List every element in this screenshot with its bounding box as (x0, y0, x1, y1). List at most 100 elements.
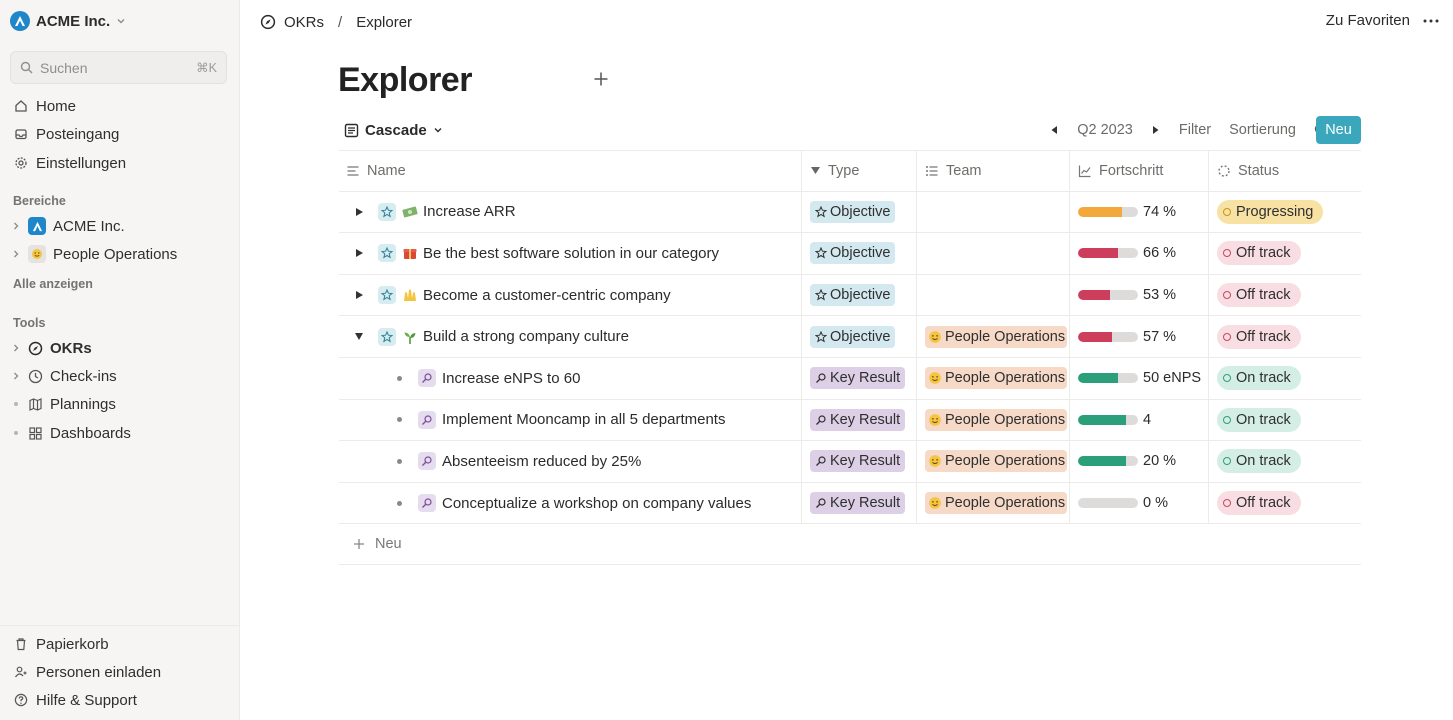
progress-bar-fill (1078, 373, 1118, 384)
team-tag[interactable]: People Operations (925, 492, 1068, 515)
cell-name: Increase eNPS to 60 (339, 357, 802, 399)
chevron-right-icon[interactable] (11, 371, 21, 381)
triangle-right-icon[interactable] (354, 290, 364, 300)
table-row[interactable]: Conceptualize a workshop on company valu… (339, 482, 1361, 525)
table-row[interactable]: Build a strong company culture Objective… (339, 316, 1361, 358)
row-name[interactable]: Absenteeism reduced by 25% (442, 453, 641, 470)
search-input[interactable]: Suchen ⌘K (10, 51, 227, 84)
row-name[interactable]: Increase eNPS to 60 (442, 370, 580, 387)
status-badge[interactable]: On track (1217, 449, 1301, 474)
cell-progress: 50 eNPS (1070, 357, 1209, 399)
tool-dashboards[interactable]: Dashboards (11, 421, 131, 445)
status-ring-icon (1223, 499, 1231, 508)
chevron-right-icon[interactable] (11, 249, 21, 259)
status-ring-icon (1223, 415, 1231, 424)
nav-inbox-label: Posteingang (36, 125, 120, 143)
status-badge[interactable]: Progressing (1217, 199, 1324, 224)
status-badge[interactable]: Off track (1217, 241, 1301, 266)
key-result-icon (418, 494, 436, 513)
column-header-name[interactable]: Name (339, 151, 802, 191)
status-badge[interactable]: On track (1217, 366, 1301, 391)
type-tag[interactable]: Key Result (810, 367, 906, 390)
tool-okrs[interactable]: OKRs (11, 336, 92, 360)
column-header-status[interactable]: Status (1209, 151, 1361, 191)
workspace-switcher[interactable]: ACME Inc. (10, 10, 126, 32)
status-ring-icon (1223, 332, 1231, 341)
row-name[interactable]: Implement Mooncamp in all 5 departments (442, 411, 725, 428)
filter-button[interactable]: Filter (1179, 122, 1211, 138)
team-tag[interactable]: People Operations (925, 367, 1068, 390)
row-name[interactable]: Build a strong company culture (423, 328, 629, 345)
triangle-right-icon[interactable] (354, 248, 364, 258)
chevron-right-icon[interactable] (11, 221, 21, 231)
nav-invite[interactable]: Personen einladen (14, 661, 161, 683)
breadcrumb-explorer[interactable]: Explorer (356, 14, 412, 31)
table-row[interactable]: Increase eNPS to 60 Key Result People Op… (339, 357, 1361, 400)
period-label[interactable]: Q2 2023 (1077, 122, 1133, 138)
nav-settings[interactable]: Einstellungen (14, 152, 126, 174)
search-icon (20, 61, 33, 74)
new-button[interactable]: Neu (1316, 116, 1361, 144)
tool-check-ins[interactable]: Check-ins (11, 364, 117, 388)
chevron-right-icon[interactable] (11, 343, 21, 353)
progress-bar-fill (1078, 206, 1123, 217)
view-selector[interactable]: Cascade (344, 119, 443, 141)
nav-home[interactable]: Home (14, 95, 76, 117)
show-all-link[interactable]: Alle anzeigen (13, 277, 93, 291)
status-badge[interactable]: Off track (1217, 491, 1301, 516)
nav-trash[interactable]: Papierkorb (14, 633, 109, 655)
breadcrumb-okrs[interactable]: OKRs (284, 14, 324, 31)
more-options-icon[interactable] (1423, 12, 1439, 30)
row-name[interactable]: Be the best software solution in our cat… (423, 245, 719, 262)
team-tag[interactable]: People Operations (925, 450, 1068, 473)
type-tag[interactable]: Key Result (810, 492, 906, 515)
nav-help[interactable]: Hilfe & Support (14, 689, 137, 711)
key-result-icon (815, 372, 827, 384)
status-badge[interactable]: Off track (1217, 324, 1301, 349)
type-tag[interactable]: Objective (810, 325, 896, 348)
type-tag[interactable]: Objective (810, 284, 896, 307)
cell-type: Key Result (802, 441, 917, 482)
team-tag-label: People Operations (945, 411, 1066, 428)
table-view-icon (344, 123, 359, 138)
table-row[interactable]: Become a customer-centric company Object… (339, 274, 1361, 317)
table-row[interactable]: Absenteeism reduced by 25% Key Result Pe… (339, 441, 1361, 483)
progress-value: 66 % (1143, 245, 1177, 262)
list-icon (925, 164, 939, 178)
star-icon (815, 330, 827, 343)
tool-plannings[interactable]: Plannings (11, 392, 116, 416)
raised-hands-emoji-icon (402, 287, 418, 303)
type-tag[interactable]: Key Result (810, 408, 906, 431)
key-result-icon (815, 497, 827, 509)
type-tag[interactable]: Key Result (810, 450, 906, 473)
column-header-type[interactable]: Type (802, 151, 917, 191)
next-period-icon[interactable] (1151, 125, 1161, 135)
team-tag[interactable]: People Operations (925, 325, 1068, 348)
add-row-button[interactable]: Neu (339, 524, 1361, 566)
previous-period-icon[interactable] (1049, 125, 1059, 135)
status-badge[interactable]: Off track (1217, 283, 1301, 308)
plus-icon[interactable] (593, 71, 609, 87)
row-name[interactable]: Become a customer-centric company (423, 287, 671, 304)
type-tag[interactable]: Objective (810, 200, 896, 223)
status-ring-icon (1223, 457, 1231, 466)
sort-button[interactable]: Sortierung (1229, 122, 1296, 138)
area-acme[interactable]: ACME Inc. (11, 214, 125, 238)
area-people-operations[interactable]: People Operations (11, 242, 177, 266)
cell-progress: 53 % (1070, 274, 1209, 316)
triangle-down-icon[interactable] (354, 332, 364, 342)
nav-inbox[interactable]: Posteingang (14, 123, 119, 145)
column-header-progress[interactable]: Fortschritt (1070, 151, 1209, 191)
type-tag[interactable]: Objective (810, 242, 896, 265)
row-name[interactable]: Conceptualize a workshop on company valu… (442, 495, 751, 512)
add-to-favorites-button[interactable]: Zu Favoriten (1326, 12, 1410, 29)
row-name[interactable]: Increase ARR (423, 203, 516, 220)
table-row[interactable]: Implement Mooncamp in all 5 departments … (339, 399, 1361, 442)
column-header-team[interactable]: Team (917, 151, 1070, 191)
team-tag[interactable]: People Operations (925, 408, 1068, 431)
cell-progress: 4 (1070, 399, 1209, 441)
table-row[interactable]: Increase ARR Objective 74 % Progressing (339, 191, 1361, 234)
table-row[interactable]: Be the best software solution in our cat… (339, 233, 1361, 275)
triangle-right-icon[interactable] (354, 207, 364, 217)
status-badge[interactable]: On track (1217, 407, 1301, 432)
